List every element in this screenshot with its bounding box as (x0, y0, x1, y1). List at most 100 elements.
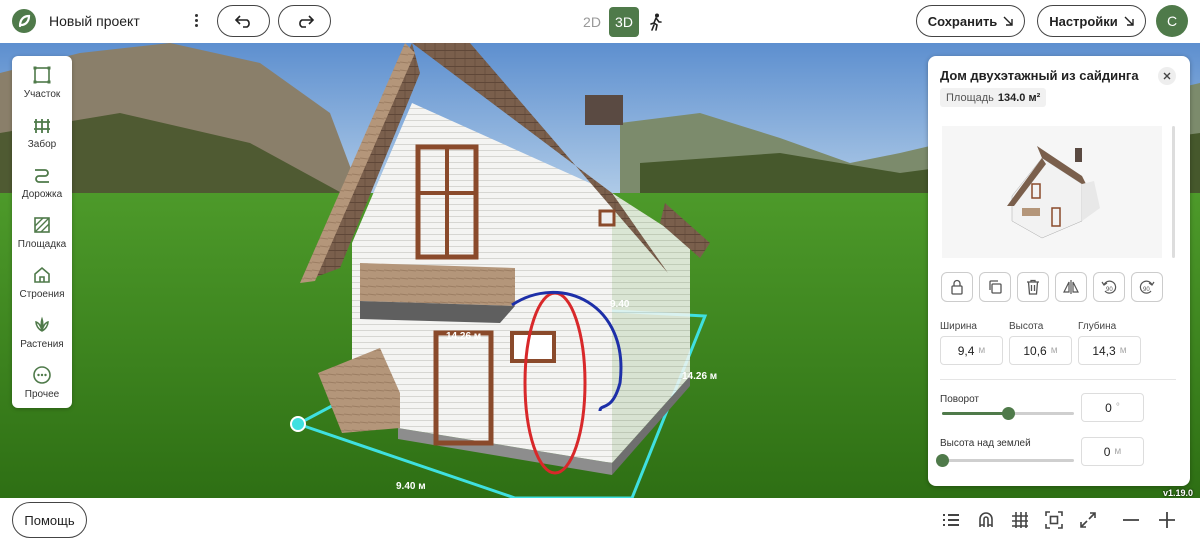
object-preview-image (942, 126, 1162, 258)
chimney (585, 95, 623, 125)
tool-plants[interactable]: Растения (12, 309, 72, 355)
tool-label: Дорожка (21, 189, 63, 200)
width-unit: м (978, 345, 986, 356)
elevation-unit: м (1114, 446, 1122, 457)
help-button[interactable]: Помощь (12, 502, 87, 538)
trash-icon (1027, 279, 1039, 295)
rotate-left-90-button[interactable]: 90 (1093, 272, 1125, 302)
project-name[interactable]: Новый проект (49, 13, 140, 29)
depth-label: Глубина (1078, 321, 1117, 332)
bottom-bar: Помощь (0, 498, 1200, 542)
rotate-right-90-button[interactable]: 90 (1131, 272, 1163, 302)
close-panel-button[interactable] (1158, 67, 1176, 85)
app-version: v1.19.0 (1163, 488, 1194, 498)
close-icon (1163, 72, 1171, 80)
lock-icon (951, 279, 963, 295)
preview-scrollbar[interactable] (1172, 126, 1175, 258)
zoom-out-icon[interactable] (1120, 509, 1142, 531)
dim-label-inner-depth: 14.26 м (446, 331, 481, 342)
dim-label-width: 9.40 м (396, 481, 426, 492)
copy-icon (989, 280, 1002, 294)
area-value: 134.0 м² (997, 91, 1041, 104)
tool-platform[interactable]: Площадка (12, 209, 72, 255)
area-label: Площадь (946, 91, 994, 104)
tool-fence[interactable]: Забор (12, 109, 72, 155)
rotation-input[interactable]: 0 ° (1081, 393, 1144, 422)
elevation-slider[interactable] (936, 454, 1074, 467)
path-icon (35, 169, 49, 183)
width-value: 9,4 (957, 343, 975, 358)
fullscreen-icon[interactable] (1077, 509, 1099, 531)
rotation-value: 0 (1105, 400, 1112, 415)
mode-2d-button[interactable]: 2D (578, 7, 606, 37)
tool-path[interactable]: Дорожка (12, 159, 72, 205)
platform-icon (34, 217, 50, 233)
dim-label-depth: 14.26 м (682, 371, 717, 382)
dim-label-top-width: 9.40 (610, 299, 630, 310)
elevation-label: Высота над землей (940, 438, 1031, 449)
redo-icon (298, 15, 314, 28)
save-label: Сохранить (927, 13, 998, 29)
undo-button[interactable] (217, 5, 270, 37)
tool-label: Растения (20, 339, 64, 350)
project-menu-icon[interactable] (190, 12, 202, 32)
building-icon (34, 266, 50, 283)
lock-button[interactable] (941, 272, 973, 302)
footprint-anchor-handle[interactable] (290, 416, 306, 432)
height-input[interactable]: 10,6 м (1009, 336, 1072, 365)
divider (940, 379, 1176, 380)
arrow-down-right-icon (1003, 16, 1013, 26)
depth-value: 14,3 (1092, 343, 1116, 358)
more-icon (33, 366, 51, 384)
height-unit: м (1050, 345, 1058, 356)
tool-other[interactable]: Прочее (12, 359, 72, 405)
plant-icon (35, 316, 49, 332)
tool-plot[interactable]: Участок (12, 59, 72, 105)
focus-object-icon[interactable] (1043, 509, 1065, 531)
duplicate-button[interactable] (979, 272, 1011, 302)
user-avatar[interactable]: С (1156, 5, 1188, 37)
depth-input[interactable]: 14,3 м (1078, 336, 1141, 365)
svg-text:90: 90 (1143, 287, 1150, 293)
width-input[interactable]: 9,4 м (940, 336, 1003, 365)
delete-button[interactable] (1017, 272, 1049, 302)
walk-mode-icon[interactable] (645, 7, 667, 37)
tool-label: Площадка (17, 239, 67, 250)
zoom-in-icon[interactable] (1156, 509, 1178, 531)
width-label: Ширина (940, 321, 977, 332)
grid-icon[interactable] (1009, 509, 1031, 531)
left-toolbar: Участок Забор Дорожка Площадка Строения … (12, 56, 72, 408)
rotation-slider[interactable] (942, 407, 1074, 420)
depth-unit: м (1119, 345, 1127, 356)
balcony-railing (360, 263, 515, 306)
magnet-icon[interactable] (975, 509, 997, 531)
save-button[interactable]: Сохранить (916, 5, 1025, 37)
mirror-icon (1063, 280, 1079, 294)
tool-label: Забор (27, 139, 57, 150)
elevation-slider-handle[interactable] (936, 454, 949, 467)
arrow-down-right-icon (1124, 16, 1134, 26)
mode-3d-button[interactable]: 3D (609, 7, 639, 37)
height-value: 10,6 (1023, 343, 1047, 358)
rotation-label: Поворот (940, 394, 979, 405)
elevation-input[interactable]: 0 м (1081, 437, 1144, 466)
rotation-slider-handle[interactable] (1002, 407, 1015, 420)
settings-button[interactable]: Настройки (1037, 5, 1146, 37)
window-middle (510, 331, 556, 363)
svg-text:90: 90 (1106, 287, 1113, 293)
height-label: Высота (1009, 321, 1044, 332)
object-properties-panel: Дом двухэтажный из сайдинга Площадь 134.… (928, 56, 1190, 486)
tool-buildings[interactable]: Строения (12, 259, 72, 305)
list-icon[interactable] (940, 509, 962, 531)
rotation-unit: ° (1115, 402, 1120, 413)
tool-label: Строения (19, 289, 65, 300)
elevation-value: 0 (1103, 444, 1111, 459)
mirror-button[interactable] (1055, 272, 1087, 302)
rotate-90-left-icon: 90 (1101, 280, 1117, 294)
object-title: Дом двухэтажный из сайдинга (940, 68, 1139, 83)
settings-label: Настройки (1049, 13, 1118, 29)
app-logo-icon[interactable] (12, 9, 36, 33)
rotation-slider-fill (942, 412, 1008, 415)
area-chip: Площадь 134.0 м² (940, 88, 1047, 107)
redo-button[interactable] (278, 5, 331, 37)
